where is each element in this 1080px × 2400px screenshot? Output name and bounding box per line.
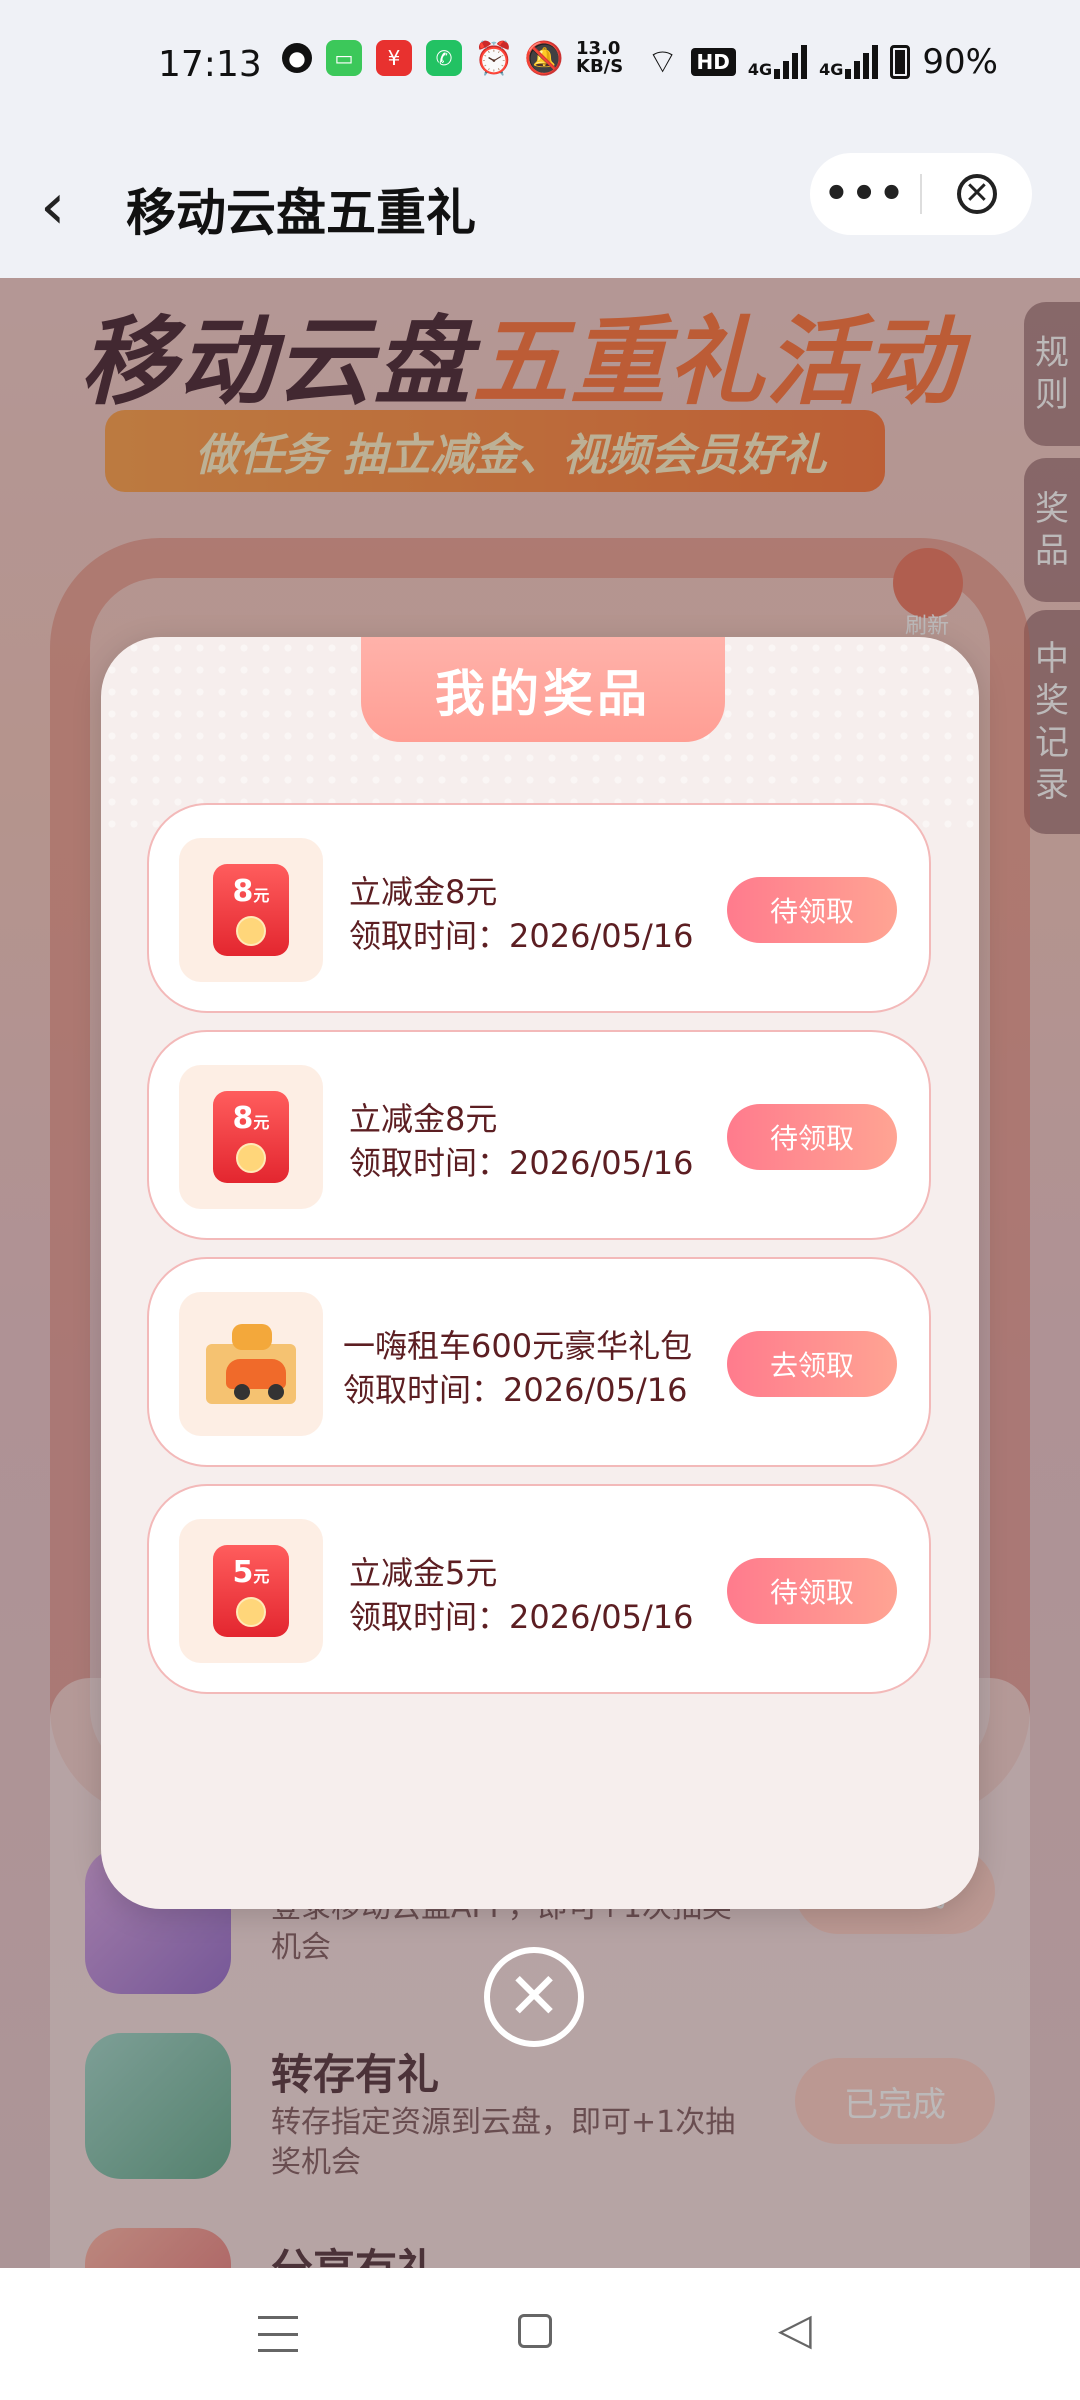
envelope-coin	[236, 916, 266, 946]
battery-level: 90%	[922, 41, 998, 82]
wechat-icon: ●	[282, 43, 312, 73]
mute-icon: 🔕	[524, 39, 564, 77]
wifi-icon: ⌔	[646, 42, 679, 82]
prize-time: 领取时间：2026/05/16	[343, 1371, 688, 1409]
battery-icon	[890, 44, 911, 79]
notification-icons: ● ▭ ¥ ✆ ⏰ 🔕 13.0 KB/S	[282, 39, 623, 77]
envelope-amount-unit: 元	[253, 886, 270, 905]
back-icon[interactable]: ‹	[40, 167, 90, 247]
signal-2-label: 4G	[819, 59, 844, 79]
envelope-graphic: 8元	[213, 1091, 289, 1183]
prize-item: 8元 立减金8元 领取时间：2026/05/16 待领取	[147, 803, 931, 1013]
red-envelope-icon: 8元	[179, 838, 323, 982]
unionpay-icon: ¥	[376, 40, 412, 76]
alarm-icon: ⏰	[474, 39, 514, 77]
home-icon[interactable]	[518, 2314, 552, 2348]
prize-item: 一嗨租车600元豪华礼包 领取时间：2026/05/16 去领取	[147, 1257, 931, 1467]
close-icon[interactable]: ✕	[484, 1947, 584, 2047]
prize-name: 立减金8元	[349, 873, 498, 911]
envelope-amount: 8元	[233, 1101, 270, 1136]
envelope-amount: 8元	[233, 874, 270, 909]
signal-1: 4G	[747, 44, 808, 79]
net-speed: 13.0 KB/S	[576, 40, 623, 76]
prize-item: 5元 立减金5元 领取时间：2026/05/16 待领取	[147, 1484, 931, 1694]
red-envelope-icon: 5元	[179, 1519, 323, 1663]
phone-icon: ✆	[426, 40, 462, 76]
prize-name: 一嗨租车600元豪华礼包	[343, 1327, 693, 1365]
signal-2: 4G	[819, 44, 879, 79]
more-icon[interactable]: •••	[810, 171, 920, 217]
system-nav-bar: ◁	[0, 2268, 1080, 2400]
close-icon: ✕	[957, 174, 997, 214]
message-icon: ▭	[326, 40, 362, 76]
gift-graphic	[196, 1314, 306, 1414]
app-header: ‹ 移动云盘五重礼 ••• ✕	[0, 135, 1080, 278]
mini-program-capsule: ••• ✕	[810, 153, 1032, 235]
envelope-amount-unit: 元	[253, 1113, 270, 1132]
car-gift-icon	[179, 1292, 323, 1436]
page-title: 移动云盘五重礼	[126, 184, 476, 242]
prize-item: 8元 立减金8元 领取时间：2026/05/16 待领取	[147, 1030, 931, 1240]
envelope-amount-value: 8	[232, 874, 254, 909]
claim-button[interactable]: 待领取	[727, 877, 897, 943]
claim-button[interactable]: 待领取	[727, 1558, 897, 1624]
signal-bars-icon	[845, 44, 879, 79]
net-speed-unit: KB/S	[576, 56, 624, 77]
envelope-graphic: 5元	[213, 1545, 289, 1637]
claim-button[interactable]: 待领取	[727, 1104, 897, 1170]
close-mini-program-button[interactable]: ✕	[922, 174, 1032, 214]
hd-badge: HD	[690, 47, 736, 76]
back-triangle-icon[interactable]: ◁	[778, 2308, 812, 2352]
red-envelope-icon: 8元	[179, 1065, 323, 1209]
status-time: 17:13	[158, 44, 262, 85]
envelope-amount-value: 8	[232, 1101, 254, 1136]
signal-bars-icon	[774, 44, 808, 79]
envelope-amount-unit: 元	[253, 1567, 270, 1586]
prize-name: 立减金5元	[349, 1554, 498, 1592]
envelope-amount-value: 5	[232, 1555, 254, 1590]
prize-time: 领取时间：2026/05/16	[349, 1144, 694, 1182]
menu-icon[interactable]	[258, 2316, 298, 2352]
signal-1-label: 4G	[747, 59, 773, 79]
status-right: ⌔ HD 4G 4G 90%	[647, 40, 998, 83]
status-bar: 17:13 ● ▭ ¥ ✆ ⏰ 🔕 13.0 KB/S ⌔ HD 4G 4G 9…	[0, 0, 1080, 135]
my-prizes-modal: 我的奖品 8元 立减金8元 领取时间：2026/05/16 待领取 8元 立减金…	[101, 637, 979, 1909]
envelope-graphic: 8元	[213, 864, 289, 956]
envelope-amount: 5元	[233, 1555, 270, 1590]
claim-button[interactable]: 去领取	[727, 1331, 897, 1397]
envelope-coin	[236, 1143, 266, 1173]
prize-name: 立减金8元	[349, 1100, 498, 1138]
modal-title: 我的奖品	[361, 637, 725, 742]
envelope-coin	[236, 1597, 266, 1627]
prize-time: 领取时间：2026/05/16	[349, 1598, 694, 1636]
prize-time: 领取时间：2026/05/16	[349, 917, 694, 955]
